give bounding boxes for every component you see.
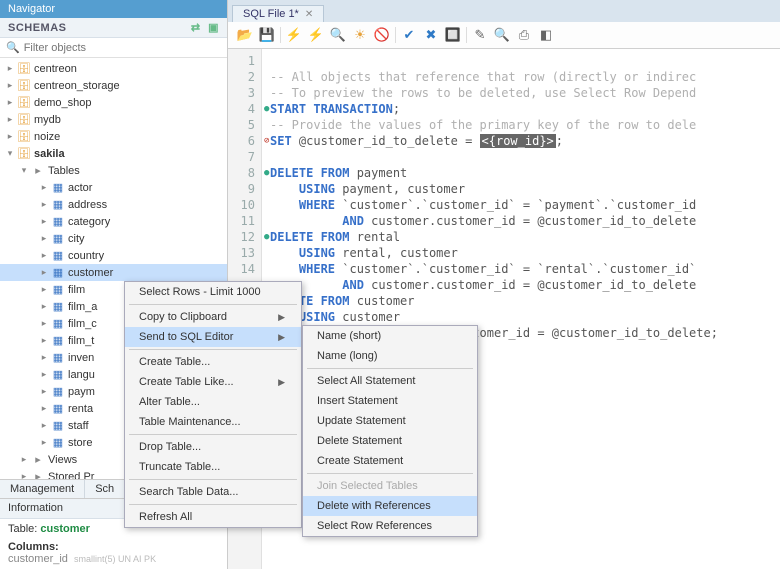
submenu-name-short[interactable]: Name (short) <box>303 326 477 346</box>
navigator-header: Navigator <box>0 0 227 18</box>
table-city[interactable]: ▸city <box>0 230 227 247</box>
submenu-delete-refs[interactable]: Delete with References <box>303 496 477 516</box>
menu-select-rows[interactable]: Select Rows - Limit 1000 <box>125 282 301 302</box>
gutter-marks: ● ⊘ ● ● <box>264 53 269 245</box>
info-columns-label: Columns: <box>8 541 59 553</box>
execute-icon[interactable]: ⚡ <box>285 26 303 44</box>
schemas-label: SCHEMAS <box>8 22 67 34</box>
information-label: Information <box>8 502 63 515</box>
db-centreon-storage[interactable]: ▸centreon_storage <box>0 77 227 94</box>
db-centreon[interactable]: ▸centreon <box>0 60 227 77</box>
menu-send-sql-editor[interactable]: Send to SQL Editor▶ <box>125 327 301 347</box>
info-col1: customer_id <box>8 553 68 565</box>
db-demo-shop[interactable]: ▸demo_shop <box>0 94 227 111</box>
search-icon: 🔍 <box>6 41 20 54</box>
submenu-insert[interactable]: Insert Statement <box>303 391 477 411</box>
submenu-select-row-refs[interactable]: Select Row References <box>303 516 477 536</box>
sakila-tables[interactable]: ▾Tables <box>0 162 227 179</box>
submenu-send-sql: Name (short) Name (long) Select All Stat… <box>302 325 478 537</box>
menu-create-table[interactable]: Create Table... <box>125 352 301 372</box>
file-tabbar: SQL File 1* ✕ <box>228 0 780 22</box>
table-address[interactable]: ▸address <box>0 196 227 213</box>
wrap-icon[interactable]: ◧ <box>537 26 555 44</box>
limit-icon[interactable]: ⎙ <box>515 26 533 44</box>
filter-input[interactable] <box>24 42 221 54</box>
file-tab-label: SQL File 1* <box>243 8 299 20</box>
info-table-val: customer <box>40 523 90 535</box>
menu-drop-table[interactable]: Drop Table... <box>125 437 301 457</box>
context-menu-table: Select Rows - Limit 1000 Copy to Clipboa… <box>124 281 302 528</box>
submenu-select-all[interactable]: Select All Statement <box>303 371 477 391</box>
explain-icon[interactable]: 🔍 <box>329 26 347 44</box>
tab-schemas[interactable]: Sch <box>85 480 125 498</box>
table-category[interactable]: ▸category <box>0 213 227 230</box>
submenu-create[interactable]: Create Statement <box>303 451 477 471</box>
navigator-title: Navigator <box>8 3 55 15</box>
filter-row: 🔍 <box>0 38 227 58</box>
save-icon[interactable]: 💾 <box>258 26 276 44</box>
table-customer[interactable]: ▸customer <box>0 264 227 281</box>
menu-alter-table[interactable]: Alter Table... <box>125 392 301 412</box>
explain-plan-icon[interactable]: ☀ <box>351 26 369 44</box>
close-icon[interactable]: ✕ <box>305 9 313 20</box>
submenu-name-long[interactable]: Name (long) <box>303 346 477 366</box>
schemas-header: SCHEMAS ⇄ ▣ <box>0 18 227 38</box>
autocommit-icon[interactable]: 🔲 <box>444 26 462 44</box>
refresh-icon[interactable]: ⇄ <box>191 22 201 34</box>
tab-management[interactable]: Management <box>0 480 85 498</box>
collapse-icon[interactable]: ▣ <box>208 22 219 34</box>
info-col1-type: smallint(5) UN AI PK <box>74 554 156 564</box>
db-noize[interactable]: ▸noize <box>0 128 227 145</box>
editor-toolbar: 📂 💾 ⚡ ⚡ 🔍 ☀ 🚫 ✔ ✖ 🔲 ✎ 🔍 ⎙ ◧ <box>228 22 780 49</box>
menu-refresh-all[interactable]: Refresh All <box>125 507 301 527</box>
menu-create-table-like[interactable]: Create Table Like...▶ <box>125 372 301 392</box>
info-table-key: Table: <box>8 523 37 535</box>
menu-copy-clipboard[interactable]: Copy to Clipboard▶ <box>125 307 301 327</box>
commit-icon[interactable]: ✔ <box>400 26 418 44</box>
db-sakila[interactable]: ▾sakila <box>0 145 227 162</box>
menu-search-table-data[interactable]: Search Table Data... <box>125 482 301 502</box>
cancel-icon[interactable]: ✖ <box>422 26 440 44</box>
table-country[interactable]: ▸country <box>0 247 227 264</box>
execute-current-icon[interactable]: ⚡ <box>307 26 325 44</box>
db-mydb[interactable]: ▸mydb <box>0 111 227 128</box>
menu-table-maintenance[interactable]: Table Maintenance... <box>125 412 301 432</box>
stop-icon[interactable]: 🚫 <box>373 26 391 44</box>
open-icon[interactable]: 📂 <box>236 26 254 44</box>
beautify-icon[interactable]: ✎ <box>471 26 489 44</box>
submenu-update[interactable]: Update Statement <box>303 411 477 431</box>
submenu-join-disabled: Join Selected Tables <box>303 476 477 496</box>
find-icon[interactable]: 🔍 <box>493 26 511 44</box>
menu-truncate-table[interactable]: Truncate Table... <box>125 457 301 477</box>
file-tab-sql1[interactable]: SQL File 1* ✕ <box>232 5 324 22</box>
submenu-delete[interactable]: Delete Statement <box>303 431 477 451</box>
table-actor[interactable]: ▸actor <box>0 179 227 196</box>
